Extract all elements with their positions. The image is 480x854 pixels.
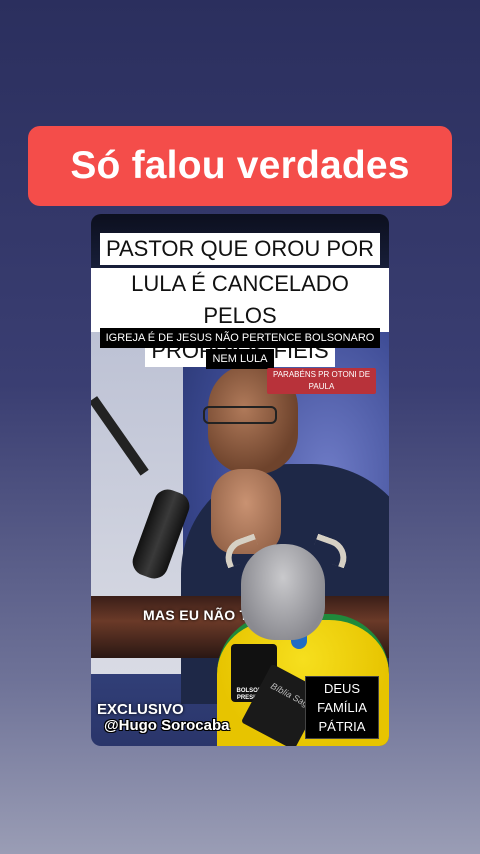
title-line: LULA É CANCELADO PELOS (91, 268, 389, 332)
video-subtitle: IGREJA É DE JESUS NÃO PERTENCE BOLSONARO… (91, 327, 389, 369)
banner-text: Só falou verdades (70, 144, 410, 187)
motto-line: DEUS (323, 681, 361, 696)
subtitle-line: NEM LULA (206, 349, 274, 369)
exclusive-label: EXCLUSIVO (97, 701, 184, 718)
channel-handle: @Hugo Sorocaba (104, 717, 230, 734)
subtitle-line: IGREJA É DE JESUS NÃO PERTENCE BOLSONARO (99, 328, 381, 348)
motto-line: PÁTRIA (318, 719, 366, 734)
glasses-icon (203, 406, 277, 424)
top-banner: Só falou verdades (28, 126, 452, 206)
title-line: PASTOR QUE OROU POR (99, 233, 381, 265)
video-frame[interactable]: PASTOR QUE OROU POR LULA É CANCELADO PEL… (91, 214, 389, 746)
motto-stamp: DEUS FAMÍLIA PÁTRIA (305, 676, 379, 739)
motto-line: FAMÍLIA (317, 700, 367, 715)
congrats-tag: PARABÉNS PR OTONI DE PAULA (267, 368, 376, 394)
